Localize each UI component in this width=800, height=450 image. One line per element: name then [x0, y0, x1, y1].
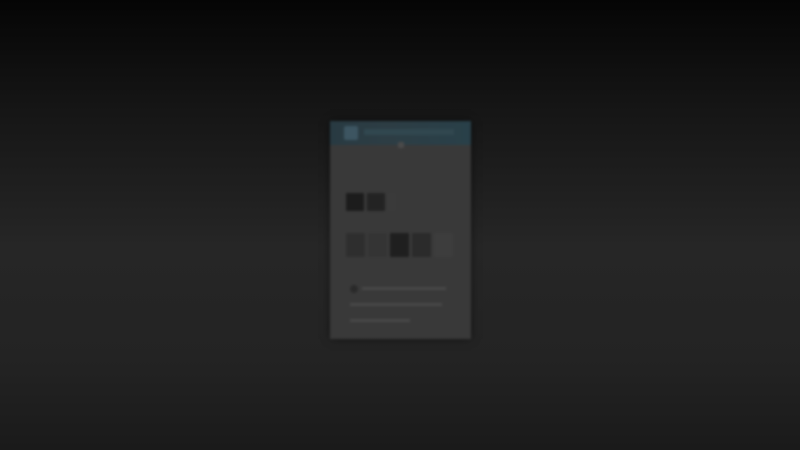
info-line-1 — [362, 287, 446, 290]
thumbnail-1[interactable] — [346, 193, 364, 211]
thumbnail-3[interactable] — [388, 193, 396, 211]
tile-5[interactable] — [434, 233, 453, 257]
thumbnail-row-bottom — [346, 233, 453, 257]
thumbnail-row-top — [346, 193, 396, 211]
tile-3[interactable] — [390, 233, 409, 257]
tile-1[interactable] — [346, 233, 365, 257]
tile-2[interactable] — [368, 233, 387, 257]
header-title-bar — [364, 129, 454, 135]
info-line-3 — [350, 319, 410, 322]
app-logo-icon — [344, 126, 358, 140]
header-sub-icon — [398, 142, 404, 148]
blurred-popup-panel[interactable] — [330, 121, 471, 339]
thumbnail-2[interactable] — [367, 193, 385, 211]
tile-4[interactable] — [412, 233, 431, 257]
info-block — [348, 283, 448, 329]
status-icon — [350, 285, 358, 293]
info-line-2 — [350, 303, 442, 306]
